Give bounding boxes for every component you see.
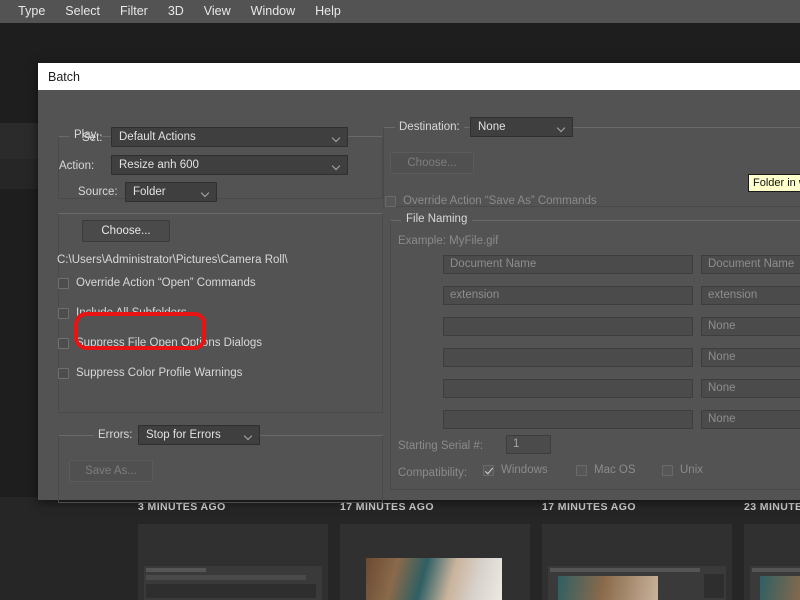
dialog-title-bar[interactable]: Batch bbox=[38, 63, 800, 90]
file-naming-field-5[interactable] bbox=[443, 379, 693, 398]
starting-serial-label: Starting Serial #: bbox=[398, 440, 483, 452]
checkbox-label: Mac OS bbox=[594, 464, 636, 476]
checkbox-compat-windows[interactable]: Windows bbox=[483, 464, 548, 476]
checkbox-label: Include All Subfolders bbox=[76, 307, 187, 319]
destination-value: None bbox=[478, 121, 506, 133]
errors-value: Stop for Errors bbox=[146, 429, 221, 441]
file-naming-token-5[interactable]: None bbox=[701, 379, 800, 398]
file-naming-example: Example: MyFile.gif bbox=[398, 235, 498, 247]
thumbnail-image[interactable] bbox=[340, 524, 530, 600]
menu-item-layer[interactable]: r bbox=[0, 0, 8, 23]
source-choose-button[interactable]: Choose... bbox=[82, 220, 170, 242]
file-naming-field-3[interactable] bbox=[443, 317, 693, 336]
file-naming-field-6[interactable] bbox=[443, 410, 693, 429]
thumbnail-photo-content bbox=[366, 558, 502, 600]
list-item[interactable]: 17 MINUTES AGO bbox=[332, 497, 534, 600]
source-dropdown[interactable]: Folder bbox=[125, 182, 217, 202]
action-dropdown[interactable]: Resize anh 600 bbox=[111, 155, 348, 175]
file-naming-field-2[interactable]: extension bbox=[443, 286, 693, 305]
file-naming-token-4[interactable]: None bbox=[701, 348, 800, 367]
set-label: Set: bbox=[82, 132, 102, 144]
menu-item-view[interactable]: View bbox=[194, 0, 241, 23]
action-set-dropdown[interactable]: Default Actions bbox=[111, 127, 348, 147]
file-naming-token-1[interactable]: Document Name bbox=[701, 255, 800, 274]
chevron-down-icon bbox=[245, 433, 252, 438]
errors-save-as-button[interactable]: Save As... bbox=[69, 460, 153, 482]
checkbox-label: Override Action “Open” Commands bbox=[76, 277, 256, 289]
thumbnail-image[interactable] bbox=[138, 524, 328, 600]
menu-item-window[interactable]: Window bbox=[241, 0, 305, 23]
destination-dropdown[interactable]: None bbox=[470, 117, 573, 137]
source-label: Source: bbox=[74, 186, 122, 198]
checkbox-suppress-file-open-options[interactable]: Suppress File Open Options Dialogs bbox=[58, 337, 262, 349]
dialog-title: Batch bbox=[38, 70, 80, 84]
checkbox-override-save-as-commands[interactable]: Override Action “Save As” Commands bbox=[385, 195, 597, 207]
errors-label: Errors: bbox=[94, 429, 137, 441]
file-naming-legend: File Naming bbox=[401, 213, 472, 225]
checkbox-icon[interactable] bbox=[385, 196, 396, 207]
file-naming-token-6[interactable]: None bbox=[701, 410, 800, 429]
action-set-value: Default Actions bbox=[119, 131, 196, 143]
menu-item-help[interactable]: Help bbox=[305, 0, 351, 23]
errors-dropdown[interactable]: Stop for Errors bbox=[138, 425, 260, 445]
list-item[interactable]: 3 MINUTES AGO bbox=[130, 497, 332, 600]
thumbnail-screenshot-content bbox=[144, 566, 322, 600]
checkbox-icon[interactable] bbox=[483, 465, 494, 476]
recent-files-strip: 3 MINUTES AGO 17 MINUTES AGO 17 MINUTES … bbox=[0, 497, 800, 600]
source-value: Folder bbox=[133, 186, 166, 198]
chevron-down-icon bbox=[202, 190, 209, 195]
dialog-body: Play Set: Default Actions Action: Resize… bbox=[38, 90, 800, 500]
file-naming-token-2[interactable]: extension bbox=[701, 286, 800, 305]
batch-dialog: Batch Play Set: Default Actions Action: … bbox=[38, 63, 800, 500]
thumbnail-image[interactable] bbox=[542, 524, 732, 600]
checkbox-icon[interactable] bbox=[58, 338, 69, 349]
thumbnail-image[interactable] bbox=[744, 524, 800, 600]
checkbox-suppress-color-profile-warnings[interactable]: Suppress Color Profile Warnings bbox=[58, 367, 242, 379]
destination-label: Destination: bbox=[395, 121, 464, 133]
menu-bar: r Type Select Filter 3D View Window Help bbox=[0, 0, 800, 23]
compatibility-label: Compatibility: bbox=[398, 467, 467, 479]
menu-item-select[interactable]: Select bbox=[55, 0, 110, 23]
checkbox-icon[interactable] bbox=[58, 278, 69, 289]
starting-serial-input[interactable]: 1 bbox=[506, 435, 551, 454]
checkbox-compat-macos[interactable]: Mac OS bbox=[576, 464, 636, 476]
checkbox-icon[interactable] bbox=[58, 368, 69, 379]
file-naming-token-3[interactable]: None bbox=[701, 317, 800, 336]
checkbox-label: Override Action “Save As” Commands bbox=[403, 195, 597, 207]
checkbox-label: Suppress Color Profile Warnings bbox=[76, 367, 242, 379]
chevron-down-icon bbox=[333, 163, 340, 168]
checkbox-compat-unix[interactable]: Unix bbox=[662, 464, 703, 476]
checkbox-override-open-commands[interactable]: Override Action “Open” Commands bbox=[58, 277, 256, 289]
tooltip: Folder in w bbox=[748, 174, 800, 192]
action-value: Resize anh 600 bbox=[119, 159, 199, 171]
checkbox-label: Unix bbox=[680, 464, 703, 476]
action-label: Action: bbox=[59, 160, 94, 172]
source-path: C:\Users\Administrator\Pictures\Camera R… bbox=[57, 254, 288, 266]
thumbnail-screenshot-content bbox=[750, 566, 800, 600]
checkbox-label: Windows bbox=[501, 464, 548, 476]
thumbnail-screenshot-content bbox=[548, 566, 726, 600]
menu-item-type[interactable]: Type bbox=[8, 0, 55, 23]
checkbox-icon[interactable] bbox=[58, 308, 69, 319]
file-naming-field-1[interactable]: Document Name bbox=[443, 255, 693, 274]
destination-choose-button[interactable]: Choose... bbox=[390, 152, 474, 174]
checkbox-include-all-subfolders[interactable]: Include All Subfolders bbox=[58, 307, 187, 319]
list-item[interactable]: 23 MINUTES AGO bbox=[736, 497, 800, 600]
checkbox-icon[interactable] bbox=[576, 465, 587, 476]
checkbox-icon[interactable] bbox=[662, 465, 673, 476]
file-naming-field-4[interactable] bbox=[443, 348, 693, 367]
chevron-down-icon bbox=[333, 135, 340, 140]
menu-item-3d[interactable]: 3D bbox=[158, 0, 194, 23]
menu-item-filter[interactable]: Filter bbox=[110, 0, 158, 23]
chevron-down-icon bbox=[558, 125, 565, 130]
checkbox-label: Suppress File Open Options Dialogs bbox=[76, 337, 262, 349]
photoshop-window: r Type Select Filter 3D View Window Help… bbox=[0, 0, 800, 600]
list-item[interactable]: 17 MINUTES AGO bbox=[534, 497, 736, 600]
